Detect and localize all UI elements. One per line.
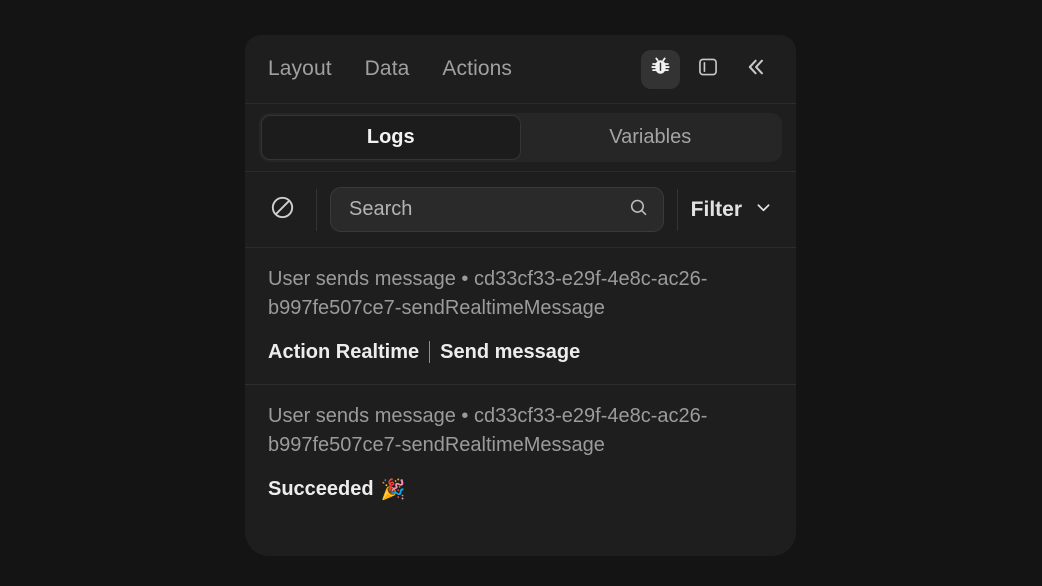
nav-item-layout[interactable]: Layout [268, 57, 332, 81]
log-entry-body: Succeeded 🎉 [268, 476, 774, 502]
log-entry-meta: User sends message • cd33cf33-e29f-4e8c-… [268, 268, 708, 319]
party-popper-icon: 🎉 [380, 477, 406, 501]
chevrons-left-icon [742, 54, 768, 85]
panel-left-icon [697, 56, 719, 83]
log-entry[interactable]: User sends message • cd33cf33-e29f-4e8c-… [245, 385, 796, 521]
panel-header: Layout Data Actions [245, 35, 796, 104]
tab-variables[interactable]: Variables [521, 115, 781, 160]
ban-icon [269, 194, 296, 226]
tab-logs[interactable]: Logs [261, 115, 521, 160]
log-toolbar: Filter [245, 172, 796, 248]
log-entry-action: Action Realtime [268, 341, 420, 363]
segmented-control: Logs Variables [259, 113, 782, 162]
nav-item-data[interactable]: Data [365, 57, 410, 81]
panel-nav: Layout Data Actions [268, 57, 641, 81]
header-icon-group [641, 49, 774, 89]
app-root: Layout Data Actions Logs Variables Searc… [0, 0, 1042, 586]
panel-left-icon-button[interactable] [688, 50, 727, 89]
tab-bar: Logs Variables [245, 104, 796, 172]
log-entry-detail: Send message [440, 341, 581, 363]
clear-logs-button[interactable] [261, 189, 303, 231]
search-field[interactable] [330, 187, 664, 232]
nav-item-actions[interactable]: Actions [442, 57, 512, 81]
search-icon [628, 197, 649, 223]
log-entry-separator [429, 341, 431, 363]
log-entry-meta: User sends message • cd33cf33-e29f-4e8c-… [268, 405, 708, 456]
bug-icon [649, 55, 672, 83]
log-entry-body: Action Realtime Send message [268, 339, 774, 365]
toolbar-divider-left [316, 188, 317, 231]
log-list[interactable]: User sends message • cd33cf33-e29f-4e8c-… [245, 248, 796, 556]
filter-dropdown[interactable]: Filter [691, 197, 778, 223]
filter-label: Filter [690, 197, 742, 221]
toolbar-divider-right [676, 188, 678, 231]
debug-panel: Layout Data Actions Logs Variables Searc… [245, 35, 796, 556]
log-entry-status: Succeeded [268, 478, 374, 500]
bug-icon-button[interactable] [641, 49, 680, 89]
log-entry[interactable]: User sends message • cd33cf33-e29f-4e8c-… [245, 248, 796, 385]
chevrons-left-icon-button[interactable] [735, 50, 774, 89]
search-input[interactable] [349, 198, 628, 221]
chevron-down-icon [753, 197, 774, 223]
